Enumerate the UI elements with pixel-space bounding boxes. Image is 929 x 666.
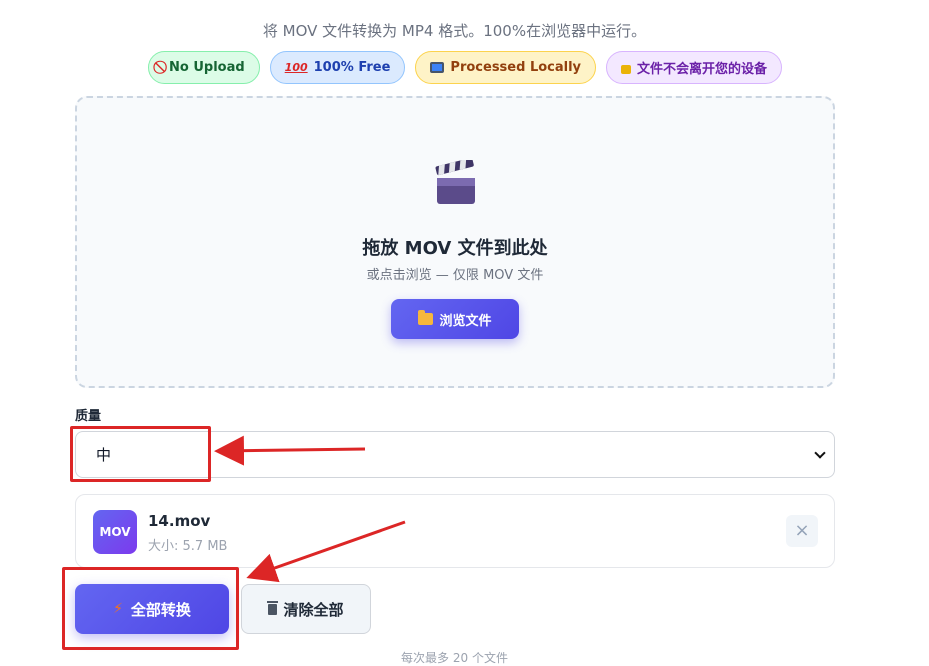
quality-selected-value: 中 [96,446,112,464]
clear-all-button[interactable]: 清除全部 [241,584,371,634]
file-limit-note: 每次最多 20 个文件 [401,651,508,665]
badge-free: 100 100% Free [269,51,406,84]
convert-all-button[interactable]: ⚡ 全部转换 [75,584,229,634]
browse-files-button[interactable]: 浏览文件 [391,299,519,339]
quality-select[interactable]: 中 [75,431,835,478]
file-size: 大小: 5.7 MB [148,539,228,554]
badge-no-upload: ⃠ No Upload [148,51,260,84]
file-type-badge: MOV [93,510,137,554]
remove-file-button[interactable]: × [786,515,818,547]
page-subtitle: 将 MOV 文件转换为 MP4 格式。100%在浏览器中运行。 [262,22,647,40]
badge-processed-locally: Processed Locally [415,51,597,84]
hundred-icon: 100 [284,61,308,74]
clear-all-label: 清除全部 [283,600,344,619]
chevron-down-icon [814,447,826,459]
file-name: 14.mov [148,512,211,530]
file-item: MOV 14.mov 大小: 5.7 MB × [75,494,835,568]
folder-icon [418,310,434,325]
badge-local-only: 文件不会离开您的设备 [606,51,783,84]
lock-icon [621,65,632,74]
browse-files-label: 浏览文件 [439,313,492,329]
trash-icon [267,600,279,615]
feature-badges: ⃠ No Upload 100 100% Free Processed Loca… [148,51,783,84]
drop-zone-title: 拖放 MOV 文件到此处 [362,238,548,259]
clapperboard-icon [435,160,475,204]
badge-label: No Upload [169,60,245,75]
convert-all-label: 全部转换 [130,600,191,619]
monitor-icon [430,62,445,73]
quality-label: 质量 [75,409,102,424]
page: 将 MOV 文件转换为 MP4 格式。100%在浏览器中运行。 ⃠ No Upl… [0,0,929,666]
badge-label: 100% Free [313,60,391,75]
lightning-icon: ⚡ [113,601,123,617]
drop-zone-hint: 或点击浏览 — 仅限 MOV 文件 [366,268,544,283]
badge-label: Processed Locally [450,60,582,75]
badge-label: 文件不会离开您的设备 [637,62,768,77]
drop-zone[interactable]: 拖放 MOV 文件到此处 或点击浏览 — 仅限 MOV 文件 浏览文件 [75,96,835,388]
